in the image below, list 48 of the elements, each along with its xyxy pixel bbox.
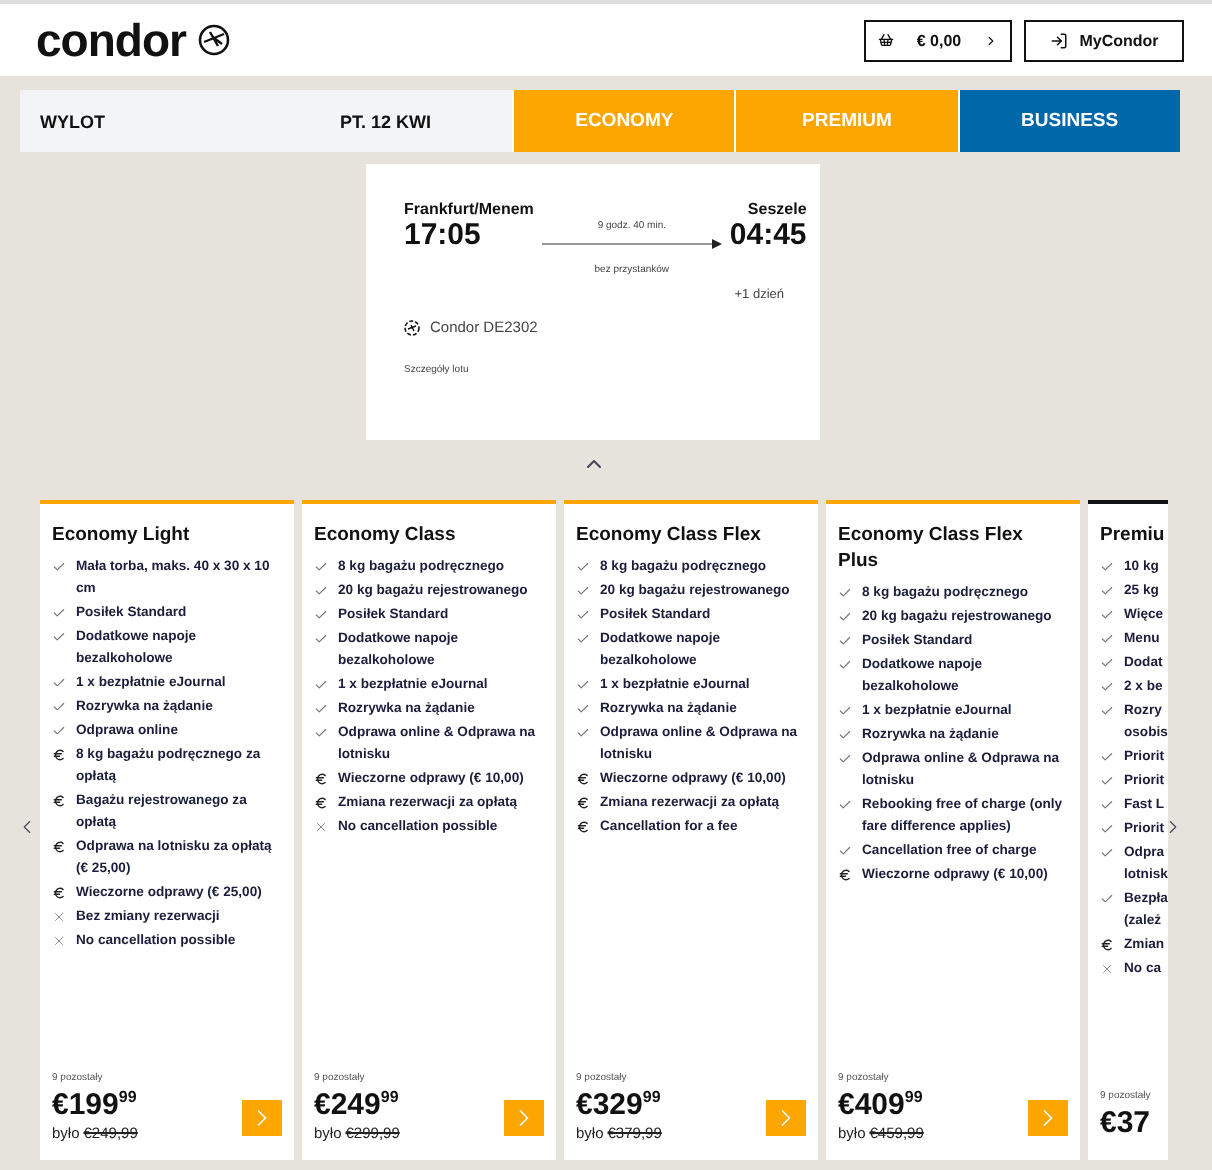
destination-city: Seszele	[747, 200, 807, 218]
date-label: PT. 12 KWI	[338, 109, 434, 135]
check-icon	[838, 798, 852, 812]
origin-city: Frankfurt/Menem	[404, 200, 534, 218]
cabin-tab[interactable]: BUSINESS	[957, 90, 1180, 152]
euro-icon	[576, 772, 590, 786]
logo: condor	[36, 13, 186, 67]
cross-icon	[52, 934, 66, 948]
euro-icon	[838, 868, 852, 882]
airline-icon	[404, 319, 420, 335]
select-fare-button[interactable]	[504, 1100, 544, 1136]
fare-price: €329$^{99}$	[576, 1088, 661, 1122]
select-fare-button[interactable]	[242, 1100, 282, 1136]
check-icon	[1100, 892, 1114, 906]
cart-button[interactable]: € 0,00	[864, 19, 1012, 61]
fare-title: Premiu	[1100, 522, 1167, 548]
cross-icon	[1100, 962, 1114, 976]
select-fare-button[interactable]	[1028, 1100, 1068, 1136]
select-fare-button[interactable]	[766, 1100, 806, 1136]
direction-label: WYLOT	[38, 109, 107, 135]
fare-price: €199$^{99}$	[52, 1088, 137, 1122]
fare-price: €249$^{99}$	[314, 1088, 399, 1122]
euro-icon	[314, 772, 328, 786]
logo-icon	[197, 24, 230, 56]
fare-title: Economy Light	[52, 522, 192, 548]
login-icon	[1049, 31, 1068, 49]
euro-icon	[52, 748, 66, 762]
chevron-right-icon	[984, 33, 998, 47]
cross-icon	[314, 820, 328, 834]
fare-price: €37	[1100, 1106, 1151, 1140]
fare-title: Economy Class Flex	[576, 522, 763, 548]
fare-price: €409$^{99}$	[838, 1088, 923, 1122]
check-icon	[52, 560, 66, 574]
euro-icon	[52, 794, 66, 808]
euro-icon	[52, 840, 66, 854]
arrival-time: 04:45	[729, 218, 807, 252]
fare-title: Economy Class Flex Plus	[838, 522, 1025, 574]
cross-icon	[52, 910, 66, 924]
euro-icon	[314, 796, 328, 810]
account-button[interactable]: MyCondor	[1024, 19, 1184, 61]
euro-icon	[1100, 938, 1114, 952]
check-icon	[838, 844, 852, 858]
basket-icon	[878, 32, 894, 48]
euro-icon	[52, 886, 66, 900]
departure-time: 17:05	[404, 218, 483, 252]
euro-icon	[576, 796, 590, 810]
euro-icon	[576, 820, 590, 834]
fare-title: Economy Class	[314, 522, 458, 548]
